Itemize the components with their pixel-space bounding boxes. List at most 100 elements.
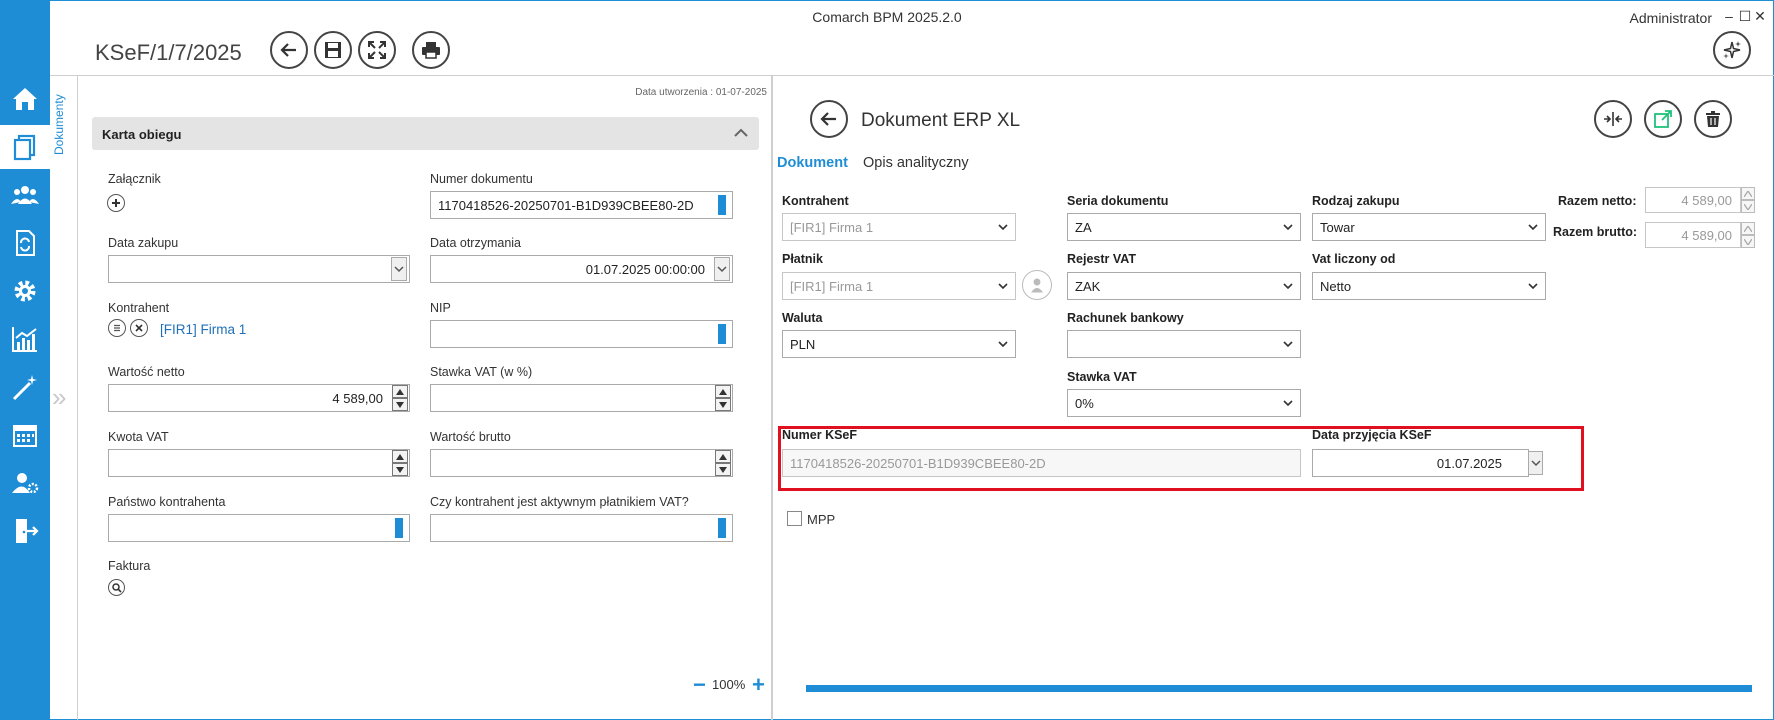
erp-vat-rate-label: Stawka VAT: [1067, 370, 1137, 384]
erp-vat-rate-select[interactable]: 0%: [1067, 389, 1301, 417]
doc-number-input[interactable]: 1170418526-20250701-B1D939CBEE80-2D: [430, 191, 733, 219]
vat-rate-stepper[interactable]: [715, 385, 731, 411]
caret-up-icon: [719, 388, 727, 395]
minimize-button[interactable]: –: [1722, 8, 1736, 24]
contractor-link[interactable]: [FIR1] Firma 1: [160, 322, 246, 337]
zoom-in-button[interactable]: +: [752, 672, 765, 698]
sidebar-item-reports[interactable]: [0, 317, 50, 361]
receipt-date-input[interactable]: 01.07.2025 00:00:00: [430, 255, 733, 283]
sidebar-item-settings[interactable]: [0, 269, 50, 313]
add-attachment-button[interactable]: [107, 194, 125, 212]
gross-value-input[interactable]: [430, 449, 733, 477]
user-name[interactable]: Administrator: [1630, 10, 1712, 26]
stepper-up[interactable]: [715, 450, 731, 463]
ai-assistant-button[interactable]: [1713, 31, 1751, 69]
purchase-type-value: Towar: [1320, 219, 1355, 235]
vat-amount-input[interactable]: [108, 449, 410, 477]
zoom-out-button[interactable]: −: [693, 672, 706, 698]
ksef-date-dropdown[interactable]: [1528, 451, 1543, 475]
gross-value-stepper[interactable]: [715, 450, 731, 476]
field-indicator: [718, 324, 726, 344]
sidebar-item-home[interactable]: [0, 77, 50, 121]
chevron-up-icon[interactable]: [732, 124, 750, 142]
stepper-down[interactable]: [392, 398, 408, 411]
vat-active-input[interactable]: [430, 514, 733, 542]
erp-back-button[interactable]: [810, 100, 848, 138]
contractor-list-button[interactable]: [108, 319, 126, 337]
panel-divider[interactable]: [771, 76, 773, 720]
country-input[interactable]: [108, 514, 410, 542]
vat-register-select[interactable]: ZAK: [1067, 272, 1301, 300]
purchase-date-label: Data zakupu: [108, 236, 179, 250]
stepper-down[interactable]: [392, 463, 408, 476]
sidebar-item-workflow[interactable]: [0, 221, 50, 265]
sidebar-item-wizard[interactable]: [0, 365, 50, 409]
sidebar-item-documents[interactable]: [0, 125, 50, 169]
vat-rate-input[interactable]: [430, 384, 733, 412]
expand-panel-icon[interactable]: »: [52, 382, 66, 413]
vat-amount-stepper[interactable]: [392, 450, 408, 476]
split-button[interactable]: [1594, 100, 1632, 138]
stepper-down[interactable]: [1741, 235, 1755, 248]
app-title: Comarch BPM 2025.2.0: [812, 9, 962, 25]
currency-select[interactable]: PLN: [782, 330, 1016, 358]
nip-label: NIP: [430, 301, 451, 315]
tab-dokument[interactable]: Dokument: [777, 155, 848, 171]
sidebar-item-users-settings[interactable]: [0, 461, 50, 505]
chevron-down-icon: [998, 224, 1008, 231]
print-button[interactable]: [412, 31, 450, 69]
tab-documents[interactable]: Dokumenty: [52, 94, 66, 155]
purchase-type-select[interactable]: Towar: [1312, 213, 1546, 241]
home-icon: [13, 88, 37, 110]
stepper-up[interactable]: [1741, 187, 1755, 200]
stepper-up[interactable]: [715, 385, 731, 398]
gross-total-input[interactable]: 4 589,00: [1645, 222, 1741, 248]
stepper-up[interactable]: [392, 450, 408, 463]
net-value-input[interactable]: 4 589,00: [108, 384, 410, 412]
back-button[interactable]: [270, 31, 308, 69]
stepper-down[interactable]: [1741, 200, 1755, 213]
gross-total-stepper[interactable]: [1741, 222, 1755, 248]
invoice-preview-button[interactable]: [108, 579, 125, 596]
vat-calc-select[interactable]: Netto: [1312, 272, 1546, 300]
field-indicator: [718, 195, 726, 215]
sidebar-item-logout[interactable]: [0, 509, 50, 553]
payer-person-button[interactable]: [1022, 270, 1052, 300]
mpp-checkbox[interactable]: [787, 511, 802, 526]
stepper-down[interactable]: [715, 463, 731, 476]
bank-account-select[interactable]: [1067, 330, 1301, 358]
user-gear-icon: [12, 473, 39, 494]
stepper-up[interactable]: [1741, 222, 1755, 235]
maximize-button[interactable]: ☐: [1738, 8, 1752, 25]
payer-select[interactable]: [FIR1] Firma 1: [782, 272, 1016, 300]
series-select[interactable]: ZA: [1067, 213, 1301, 241]
tab-opis-analityczny[interactable]: Opis analityczny: [863, 155, 969, 171]
purchase-date-input[interactable]: [108, 255, 410, 283]
receipt-date-dropdown[interactable]: [714, 257, 730, 281]
net-value-stepper[interactable]: [392, 385, 408, 411]
sidebar-item-calendar[interactable]: [0, 413, 50, 457]
close-button[interactable]: ✕: [1753, 8, 1767, 25]
chevron-down-icon: [717, 266, 727, 273]
contractor-clear-button[interactable]: [130, 319, 148, 337]
stepper-down[interactable]: [715, 398, 731, 411]
ksef-date-input[interactable]: 01.07.2025: [1312, 449, 1529, 477]
vat-active-label: Czy kontrahent jest aktywnym płatnikiem …: [430, 495, 689, 509]
chevron-down-icon: [1283, 400, 1293, 407]
delete-button[interactable]: [1694, 100, 1732, 138]
open-external-button[interactable]: [1644, 100, 1682, 138]
net-total-input[interactable]: 4 589,00: [1645, 187, 1741, 213]
purchase-date-dropdown[interactable]: [391, 257, 407, 281]
stepper-up[interactable]: [392, 385, 408, 398]
field-indicator: [718, 518, 726, 538]
net-total-stepper[interactable]: [1741, 187, 1755, 213]
nip-input[interactable]: [430, 320, 733, 348]
sidebar-item-contacts[interactable]: [0, 173, 50, 217]
ksef-number-input[interactable]: 1170418526-20250701-B1D939CBEE80-2D: [782, 449, 1301, 477]
card-header[interactable]: [92, 117, 759, 150]
erp-contractor-select[interactable]: [FIR1] Firma 1: [782, 213, 1016, 241]
fullscreen-button[interactable]: [358, 31, 396, 69]
save-button[interactable]: [314, 31, 352, 69]
vat-register-value: ZAK: [1075, 278, 1101, 294]
country-label: Państwo kontrahenta: [108, 495, 226, 509]
